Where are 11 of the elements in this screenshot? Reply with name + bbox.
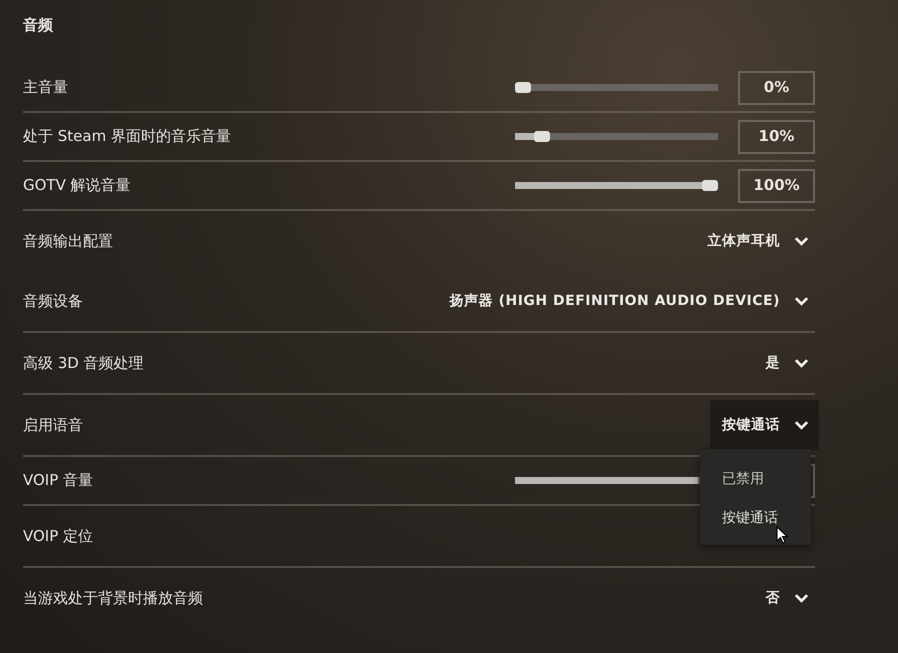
setting-label: 音频设备 <box>23 290 83 312</box>
setting-label: VOIP 音量 <box>23 470 94 492</box>
setting-label: VOIP 定位 <box>23 526 94 547</box>
section-title: 音频 <box>23 15 54 36</box>
setting-label: 音频输出配置 <box>23 230 113 252</box>
setting-label: 启用语音 <box>23 414 83 436</box>
setting-label: 当游戏处于背景时播放音频 <box>23 588 203 609</box>
setting-label: 高级 3D 音频处理 <box>23 352 144 374</box>
setting-label: 主音量 <box>23 77 68 98</box>
setting-label: 处于 Steam 界面时的音乐音量 <box>23 126 231 148</box>
setting-label: GOTV 解说音量 <box>23 175 131 196</box>
